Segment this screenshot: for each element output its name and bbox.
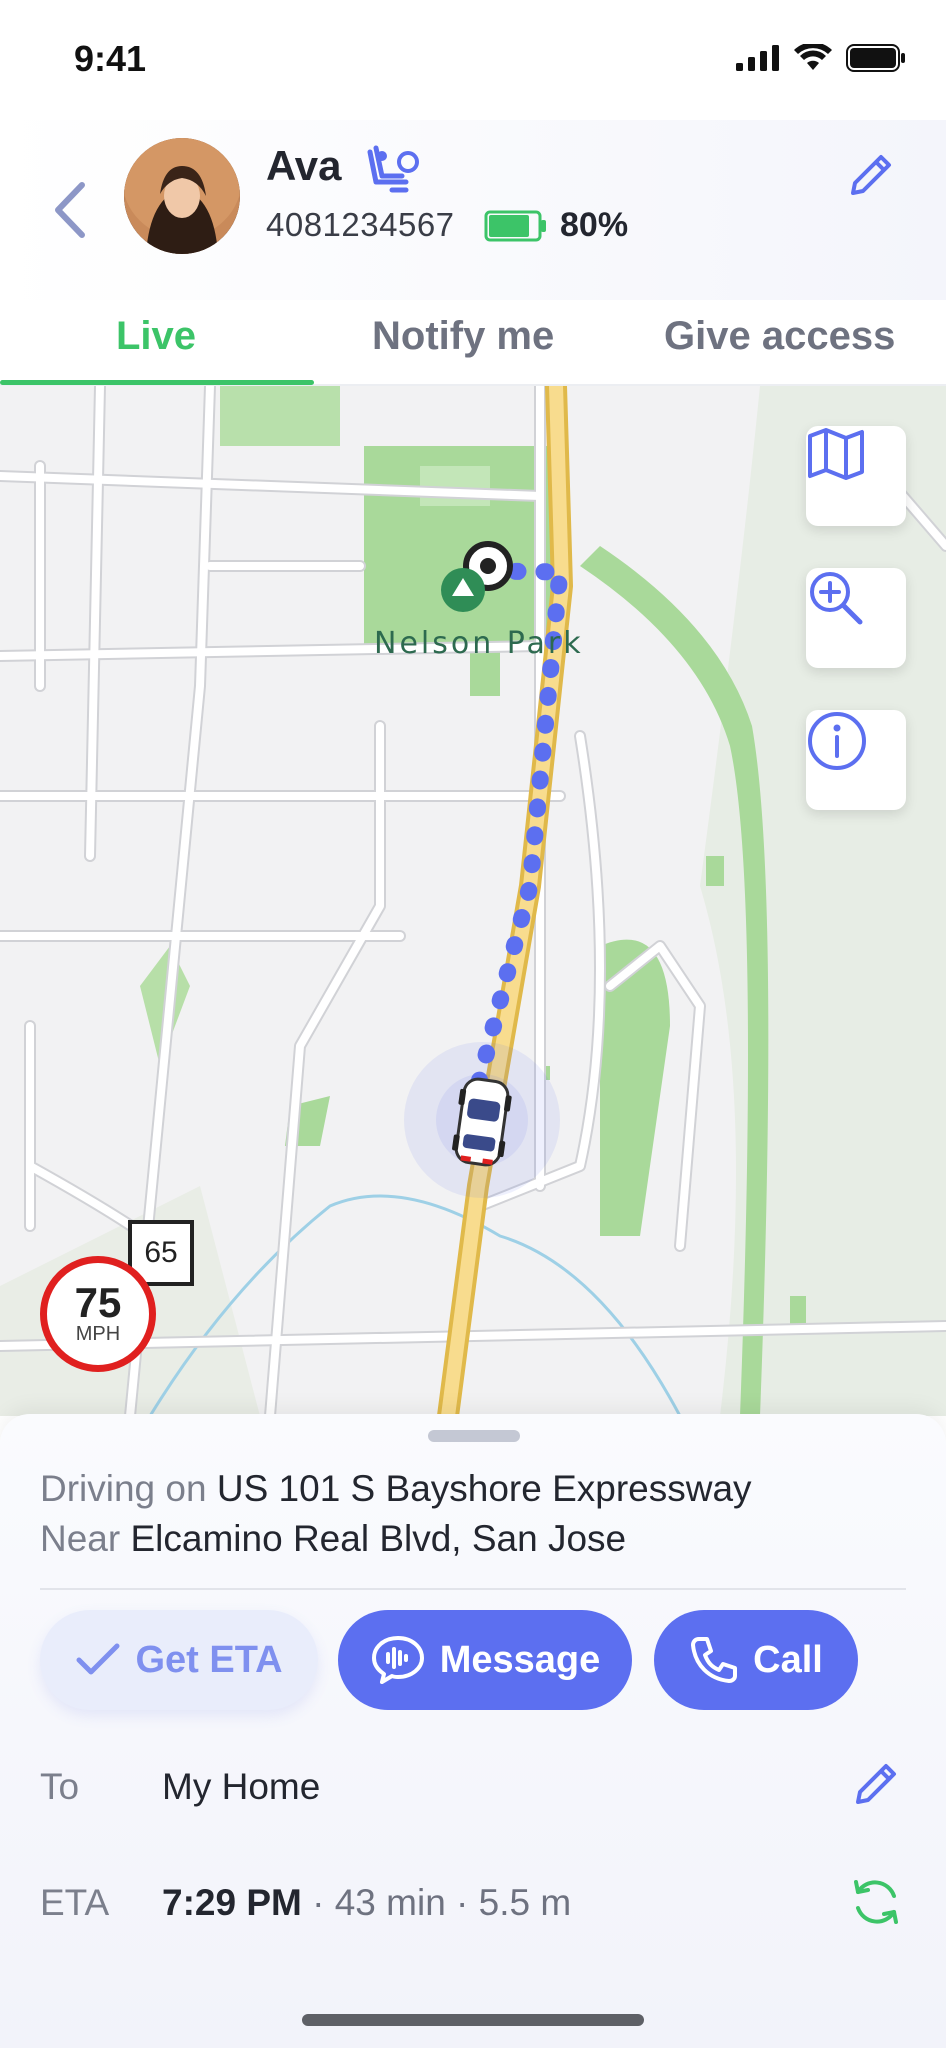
home-indicator[interactable] <box>302 2014 644 2026</box>
current-road: US 101 S Bayshore Expressway <box>216 1468 752 1509</box>
driving-on-line: Driving on US 101 S Bayshore Expressway <box>40 1468 752 1510</box>
back-button[interactable] <box>40 170 100 250</box>
wifi-icon <box>794 44 832 70</box>
check-icon <box>76 1643 120 1675</box>
chevron-left-icon <box>55 182 85 238</box>
status-bar: 9:41 <box>0 0 946 120</box>
pencil-icon <box>851 155 891 195</box>
divider <box>40 1588 906 1590</box>
status-time: 9:41 <box>74 38 147 79</box>
call-button[interactable]: Call <box>654 1610 858 1710</box>
edit-contact-button[interactable] <box>836 140 906 210</box>
get-eta-label: Get ETA <box>135 1638 283 1681</box>
current-speed-value: 75 <box>74 1278 122 1326</box>
signal-icon <box>736 45 779 71</box>
call-label: Call <box>753 1638 823 1681</box>
near-label: Near <box>40 1518 121 1559</box>
tab-live[interactable]: Live <box>116 314 196 359</box>
message-button[interactable]: Message <box>338 1610 632 1710</box>
driver-seat-icon <box>367 145 419 193</box>
pencil-icon <box>856 1764 896 1804</box>
message-label: Message <box>439 1638 601 1681</box>
tab-give-access[interactable]: Give access <box>664 314 895 359</box>
eta-value: 7:29 PM · 43 min · 5.5 m <box>162 1882 571 1924</box>
status-battery-icon <box>846 44 905 72</box>
contact-header: Ava 4081234567 80% <box>0 120 946 300</box>
current-speed-badge: 75 MPH <box>40 1256 156 1372</box>
refresh-icon <box>854 1880 898 1924</box>
driving-on-label: Driving on <box>40 1468 207 1509</box>
bottom-sheet: Driving on US 101 S Bayshore Expressway … <box>0 1414 946 2048</box>
near-location: Elcamino Real Blvd, San Jose <box>130 1518 627 1559</box>
battery-icon <box>484 210 546 242</box>
tab-indicator <box>0 380 314 385</box>
info-icon <box>808 712 866 770</box>
zoom-in-icon <box>810 572 863 625</box>
map-view[interactable]: Nelson Park 65 75 MPH <box>0 386 946 1416</box>
tab-notify-me[interactable]: Notify me <box>372 314 554 359</box>
eta-label: ETA <box>40 1882 110 1923</box>
map-icon <box>808 428 864 480</box>
get-eta-button[interactable]: Get ETA <box>40 1610 318 1710</box>
near-line: Near Elcamino Real Blvd, San Jose <box>40 1518 626 1560</box>
destination-value: My Home <box>162 1766 321 1807</box>
edit-destination-button[interactable] <box>846 1754 906 1814</box>
avatar <box>124 138 240 254</box>
map-style-button[interactable] <box>806 426 906 526</box>
user-phone: 4081234567 <box>266 206 455 243</box>
to-label: To <box>40 1766 80 1807</box>
user-name: Ava <box>266 142 342 189</box>
park-label: Nelson Park <box>374 626 584 661</box>
speed-unit: MPH <box>75 1322 121 1345</box>
sheet-drag-handle[interactable] <box>428 1430 520 1442</box>
refresh-eta-button[interactable] <box>846 1872 906 1932</box>
info-button[interactable] <box>806 710 906 810</box>
zoom-in-button[interactable] <box>806 568 906 668</box>
eta-details: · 43 min · 5.5 m <box>301 1882 572 1923</box>
status-icons <box>736 44 906 72</box>
voice-message-icon <box>371 1636 424 1684</box>
phone-icon <box>691 1637 738 1683</box>
battery-percentage: 80% <box>560 206 629 244</box>
tab-bar: Live Notify me Give access <box>0 300 946 386</box>
eta-time: 7:29 PM <box>162 1882 302 1923</box>
